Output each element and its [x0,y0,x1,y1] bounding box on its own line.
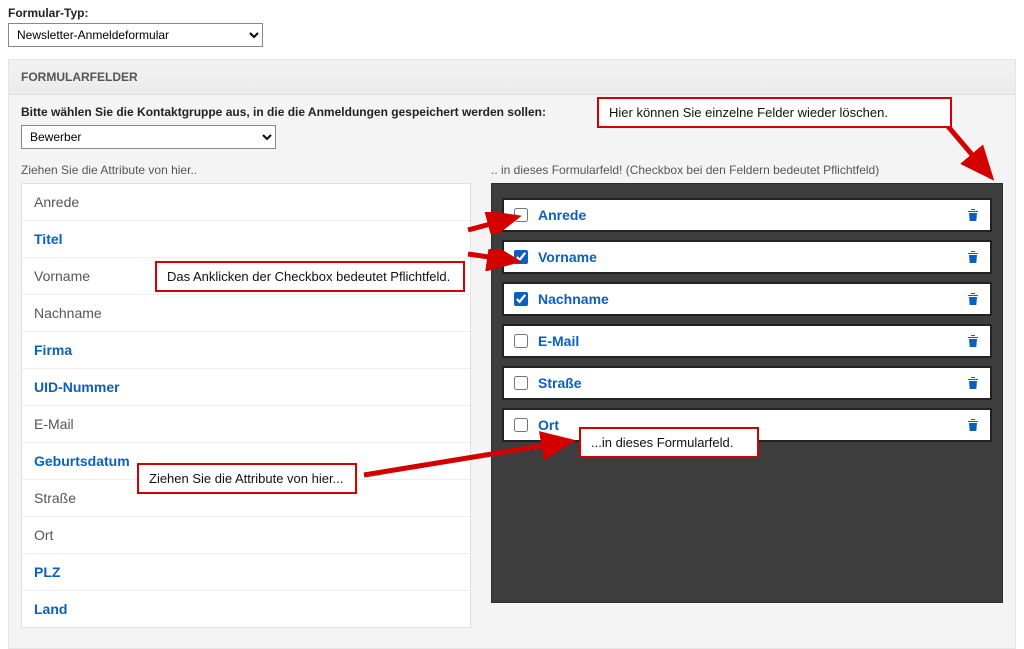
source-item[interactable]: Ort [22,517,470,554]
callout-checkbox-hint: Das Anklicken der Checkbox bedeutet Pfli… [155,261,465,292]
source-item[interactable]: E-Mail [22,406,470,443]
source-item[interactable]: Nachname [22,295,470,332]
trash-icon[interactable] [966,291,980,307]
source-list: AnredeTitelVornameNachnameFirmaUID-Numme… [21,183,471,628]
dest-item[interactable]: Nachname [502,282,992,316]
required-checkbox[interactable] [514,208,528,222]
required-checkbox[interactable] [514,292,528,306]
formular-typ-label: Formular-Typ: [8,6,1016,20]
dest-item[interactable]: Straße [502,366,992,400]
dest-item-label: E-Mail [538,333,966,349]
trash-icon[interactable] [966,207,980,223]
dest-item[interactable]: Anrede [502,198,992,232]
required-checkbox[interactable] [514,250,528,264]
dest-item-label: Vorname [538,249,966,265]
formular-typ-select[interactable]: Newsletter-Anmeldeformular [8,23,263,47]
drop-area[interactable]: AnredeVornameNachnameE-MailStraßeOrt [491,183,1003,603]
required-checkbox[interactable] [514,418,528,432]
source-item[interactable]: PLZ [22,554,470,591]
dest-item-label: Straße [538,375,966,391]
trash-icon[interactable] [966,249,980,265]
source-item[interactable]: Titel [22,221,470,258]
trash-icon[interactable] [966,417,980,433]
callout-drag-hint: Ziehen Sie die Attribute von hier... [137,463,357,494]
source-item[interactable]: Firma [22,332,470,369]
source-item[interactable]: Anrede [22,184,470,221]
section-title: FORMULARFELDER [9,60,1015,95]
required-checkbox[interactable] [514,376,528,390]
dest-item-label: Nachname [538,291,966,307]
dest-item[interactable]: Vorname [502,240,992,274]
trash-icon[interactable] [966,333,980,349]
dest-hint: .. in dieses Formularfeld! (Checkbox bei… [491,163,1003,177]
formularfelder-section: FORMULARFELDER Bitte wählen Sie die Kont… [8,59,1016,649]
trash-icon[interactable] [966,375,980,391]
callout-drop-hint: ...in dieses Formularfeld. [579,427,759,458]
dest-item-label: Anrede [538,207,966,223]
contact-group-select[interactable]: Bewerber [21,125,276,149]
source-item[interactable]: UID-Nummer [22,369,470,406]
required-checkbox[interactable] [514,334,528,348]
dest-item[interactable]: E-Mail [502,324,992,358]
source-item[interactable]: Land [22,591,470,627]
callout-delete-hint: Hier können Sie einzelne Felder wieder l… [597,97,952,128]
source-hint: Ziehen Sie die Attribute von hier.. [21,163,471,177]
